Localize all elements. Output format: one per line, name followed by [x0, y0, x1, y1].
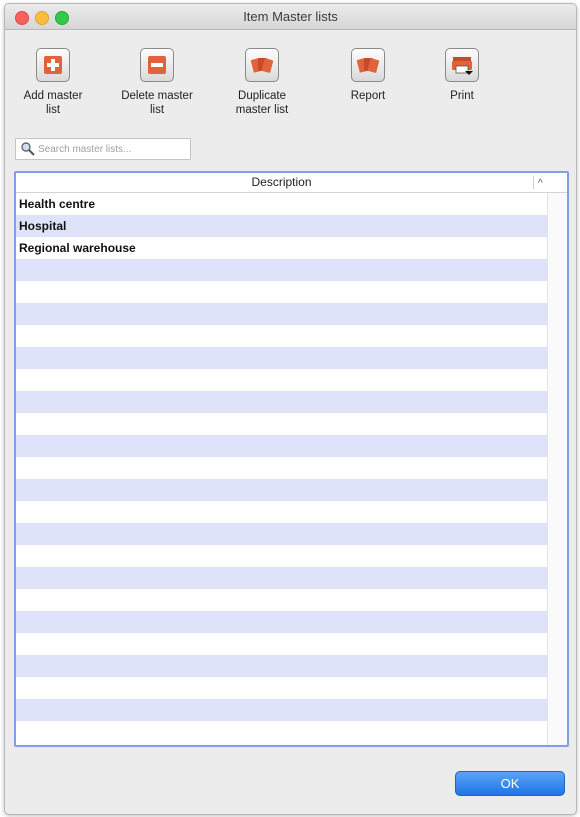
- empty-table-row[interactable]: [16, 501, 547, 523]
- add-master-list-label: Add master list: [23, 90, 83, 116]
- empty-table-row[interactable]: [16, 589, 547, 611]
- column-header-description[interactable]: Description: [16, 175, 547, 189]
- cards-icon: [245, 48, 279, 82]
- print-button[interactable]: Print: [417, 48, 507, 103]
- delete-master-list-button[interactable]: Delete master list: [112, 48, 202, 117]
- empty-table-row[interactable]: [16, 699, 547, 721]
- search-input[interactable]: [36, 143, 188, 155]
- empty-table-row[interactable]: [16, 655, 547, 677]
- window-title: Item Master lists: [243, 9, 338, 24]
- empty-table-row[interactable]: [16, 369, 547, 391]
- table-row[interactable]: Hospital: [16, 215, 547, 237]
- empty-table-row[interactable]: [16, 721, 547, 743]
- empty-table-row[interactable]: [16, 479, 547, 501]
- table-body: Health centre Hospital Regional warehouse: [16, 193, 547, 743]
- search-icon: [21, 142, 35, 156]
- title-bar: Item Master lists: [5, 4, 576, 30]
- table-row[interactable]: Regional warehouse: [16, 237, 547, 259]
- search-field[interactable]: [15, 138, 191, 160]
- master-lists-table: Description ^ Health centre Hospital Regio…: [14, 171, 569, 747]
- report-button[interactable]: Report: [323, 48, 413, 103]
- empty-table-row[interactable]: [16, 677, 547, 699]
- ok-button[interactable]: OK: [455, 771, 565, 796]
- empty-table-row[interactable]: [16, 611, 547, 633]
- duplicate-master-list-label: Duplicate master list: [235, 90, 289, 116]
- item-master-lists-window: Item Master lists Add master list Delete …: [4, 3, 577, 815]
- empty-table-row[interactable]: [16, 545, 547, 567]
- empty-table-row[interactable]: [16, 325, 547, 347]
- table-header: Description ^: [16, 173, 567, 193]
- empty-table-row[interactable]: [16, 567, 547, 589]
- empty-table-row[interactable]: [16, 523, 547, 545]
- sort-ascending-icon[interactable]: ^: [538, 178, 543, 189]
- column-divider: [533, 176, 534, 189]
- add-master-list-button[interactable]: Add master list: [8, 48, 98, 117]
- empty-table-row[interactable]: [16, 347, 547, 369]
- empty-table-row[interactable]: [16, 303, 547, 325]
- report-label: Report: [350, 90, 386, 102]
- table-row[interactable]: Health centre: [16, 193, 547, 215]
- report-cards-icon: [351, 48, 385, 82]
- printer-icon: [445, 48, 479, 82]
- empty-table-row[interactable]: [16, 633, 547, 655]
- empty-table-row[interactable]: [16, 413, 547, 435]
- minus-icon: [140, 48, 174, 82]
- empty-table-row[interactable]: [16, 391, 547, 413]
- vertical-scrollbar[interactable]: [547, 193, 567, 745]
- duplicate-master-list-button[interactable]: Duplicate master list: [217, 48, 307, 117]
- empty-table-row[interactable]: [16, 457, 547, 479]
- empty-table-row[interactable]: [16, 259, 547, 281]
- empty-table-row[interactable]: [16, 281, 547, 303]
- plus-icon: [36, 48, 70, 82]
- print-label: Print: [450, 90, 474, 102]
- empty-table-row[interactable]: [16, 435, 547, 457]
- delete-master-list-label: Delete master list: [121, 90, 193, 116]
